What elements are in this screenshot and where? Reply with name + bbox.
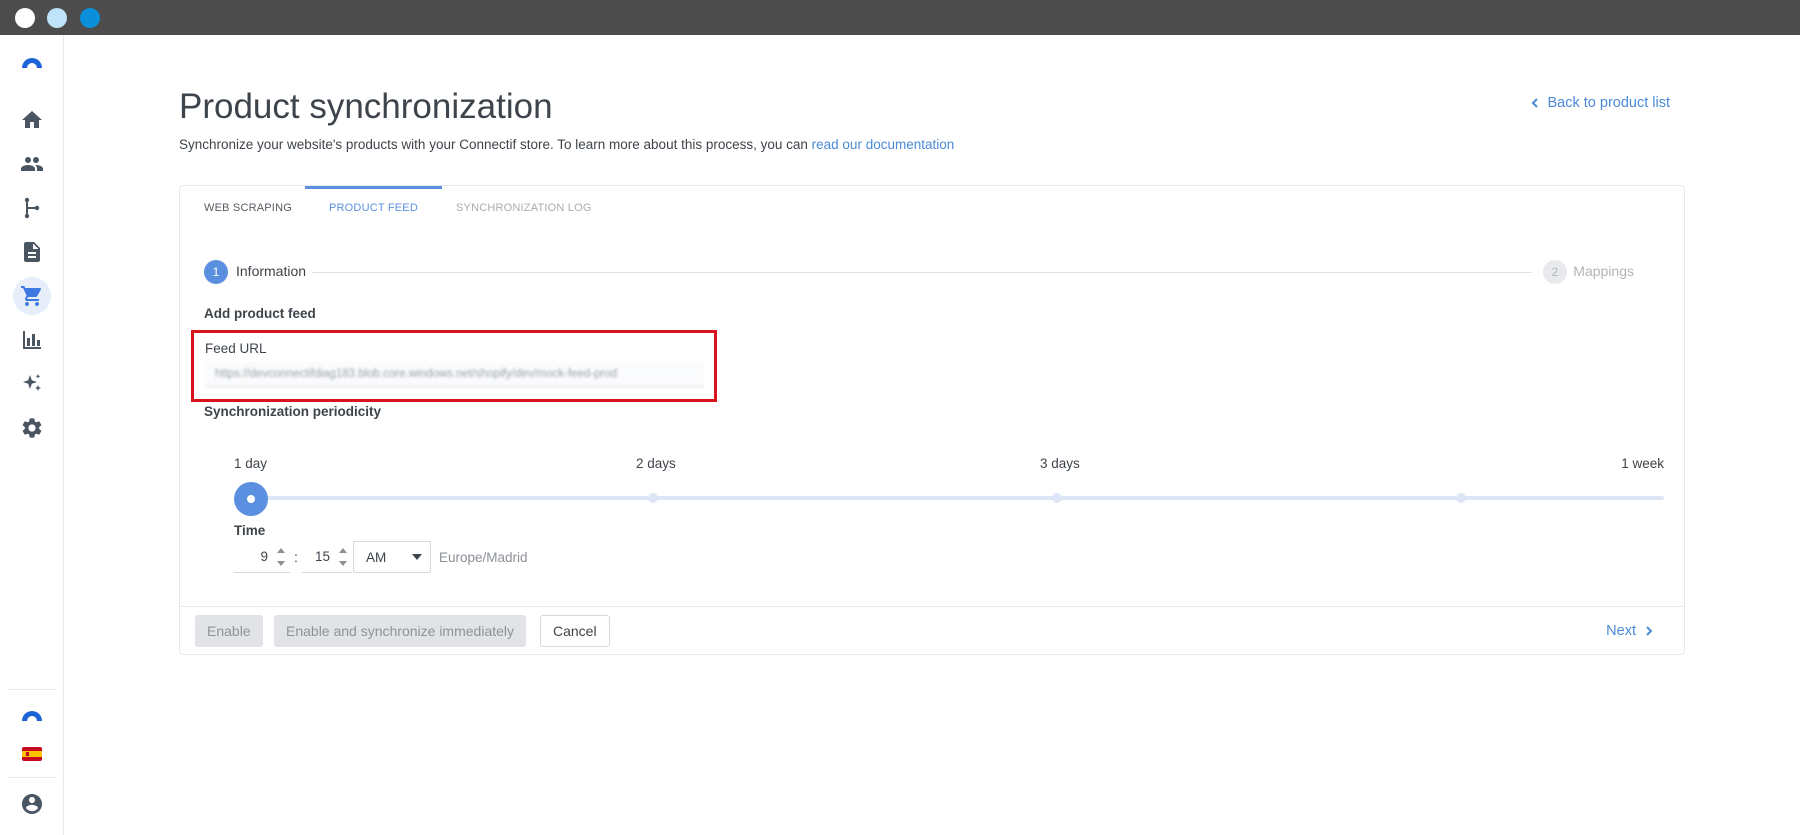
- user-profile-icon[interactable]: [17, 789, 47, 819]
- window-minimize-button[interactable]: [47, 8, 67, 28]
- workflow-icon[interactable]: [17, 193, 47, 223]
- meridiem-value: AM: [366, 550, 387, 565]
- step-1-number: 1: [204, 260, 228, 284]
- page-title: Product synchronization: [179, 87, 553, 126]
- document-icon[interactable]: [17, 237, 47, 267]
- bar-chart-icon[interactable]: [17, 325, 47, 355]
- hour-stepper[interactable]: 9: [234, 541, 290, 573]
- hour-stepper-arrows-icon[interactable]: [276, 546, 286, 568]
- time-label: Time: [234, 523, 266, 538]
- back-link-label: Back to product list: [1547, 95, 1671, 111]
- main-content: Product synchronization Synchronize your…: [64, 35, 1800, 835]
- sidebar-divider: [7, 689, 57, 690]
- step-2-label: Mappings: [1573, 263, 1634, 279]
- timezone-label: Europe/Madrid: [439, 549, 528, 565]
- period-option-3-days: 3 days: [1040, 456, 1080, 471]
- connectif-logo-icon[interactable]: [17, 49, 47, 79]
- stepper: 1 Information 2 Mappings: [204, 260, 1662, 284]
- periodicity-slider[interactable]: 1 day 2 days 3 days 1 week: [234, 456, 1664, 516]
- caret-down-icon: [412, 554, 422, 560]
- spain-flag-icon[interactable]: [17, 739, 47, 769]
- step-1-label: Information: [236, 263, 307, 279]
- add-product-feed-heading: Add product feed: [204, 306, 316, 321]
- period-option-1-day: 1 day: [234, 456, 268, 471]
- sparkles-icon[interactable]: [17, 369, 47, 399]
- feed-url-input[interactable]: [205, 362, 704, 387]
- gear-icon[interactable]: [17, 413, 47, 443]
- feed-url-highlight: Feed URL: [191, 330, 717, 402]
- documentation-link[interactable]: read our documentation: [812, 137, 955, 152]
- sidebar-divider: [7, 777, 57, 778]
- card-footer: Enable Enable and synchronize immediatel…: [180, 606, 1684, 656]
- enable-and-sync-button[interactable]: Enable and synchronize immediately: [274, 615, 527, 647]
- page-subtitle: Synchronize your website's products with…: [179, 137, 954, 152]
- slider-thumb[interactable]: [234, 482, 268, 516]
- slider-tick[interactable]: [1456, 493, 1466, 503]
- tab-product-feed[interactable]: PRODUCT FEED: [305, 186, 442, 231]
- hour-value: 9: [260, 549, 268, 564]
- sidebar: [0, 35, 64, 835]
- window-maximize-button[interactable]: [80, 8, 100, 28]
- minute-stepper-arrows-icon[interactable]: [338, 546, 348, 568]
- minute-value: 15: [314, 549, 330, 564]
- cancel-button[interactable]: Cancel: [540, 615, 610, 647]
- time-picker: 9 : 15 AM Europe/Madrid: [234, 541, 528, 573]
- period-option-1-week: 1 week: [1621, 456, 1664, 471]
- chevron-right-icon: [1646, 626, 1653, 636]
- period-option-2-days: 2 days: [636, 456, 676, 471]
- back-to-product-list-link[interactable]: Back to product list: [1530, 95, 1671, 111]
- sync-card: WEB SCRAPING PRODUCT FEED SYNCHRONIZATIO…: [179, 185, 1685, 655]
- tab-bar: WEB SCRAPING PRODUCT FEED SYNCHRONIZATIO…: [180, 186, 1684, 231]
- enable-button[interactable]: Enable: [195, 615, 263, 647]
- cart-icon[interactable]: [13, 277, 51, 315]
- next-button-label: Next: [1606, 623, 1636, 639]
- minute-stepper[interactable]: 15: [302, 541, 352, 573]
- next-button[interactable]: Next: [1606, 623, 1654, 639]
- stepper-connector: [312, 272, 1532, 273]
- page-subtitle-text: Synchronize your website's products with…: [179, 137, 812, 152]
- users-icon[interactable]: [17, 149, 47, 179]
- time-separator: :: [294, 549, 298, 565]
- periodicity-heading: Synchronization periodicity: [204, 404, 382, 419]
- slider-tick[interactable]: [1052, 493, 1062, 503]
- window-close-button[interactable]: [15, 8, 35, 28]
- tab-synchronization-log[interactable]: SYNCHRONIZATION LOG: [432, 186, 616, 231]
- account-logo-icon[interactable]: [17, 700, 47, 730]
- step-2-number: 2: [1543, 260, 1567, 284]
- feed-url-label: Feed URL: [205, 341, 267, 356]
- chevron-left-icon: [1531, 98, 1538, 108]
- slider-track[interactable]: [251, 496, 1664, 500]
- window-titlebar: [0, 0, 1800, 35]
- home-icon[interactable]: [17, 105, 47, 135]
- slider-tick[interactable]: [648, 493, 658, 503]
- meridiem-select[interactable]: AM: [353, 541, 431, 573]
- tab-web-scraping[interactable]: WEB SCRAPING: [180, 186, 316, 231]
